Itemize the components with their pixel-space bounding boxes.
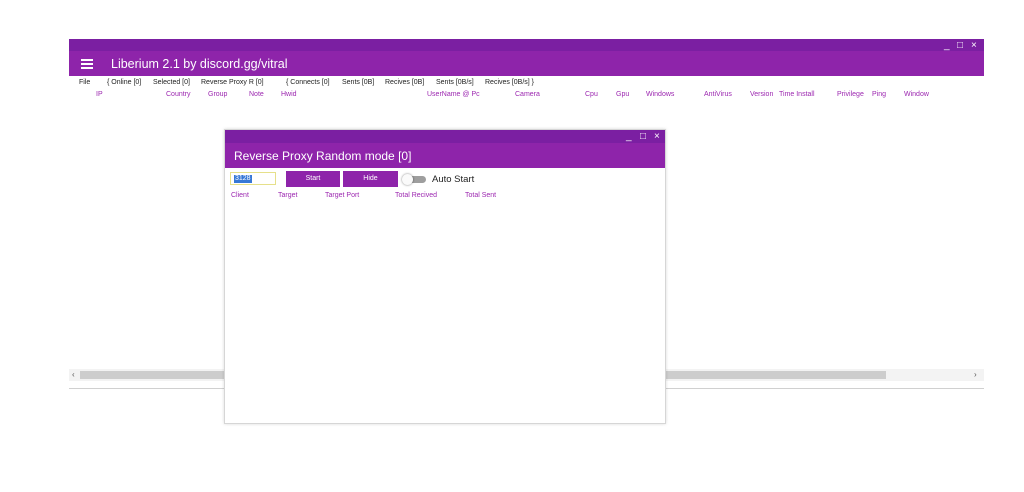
column-header-antivirus[interactable]: AntiVirus (704, 91, 732, 98)
stat-sents-rate: Sents [0B/s] (436, 79, 474, 86)
app-title: Liberium 2.1 by discord.gg/vitral (111, 57, 288, 71)
scroll-right-icon[interactable]: › (974, 369, 977, 381)
dialog-title: Reverse Proxy Random mode [0] (234, 149, 412, 163)
reverse-proxy-dialog: _ □ × Reverse Proxy Random mode [0] 3128… (224, 129, 666, 424)
column-header-ping[interactable]: Ping (872, 91, 886, 98)
column-header-time-install[interactable]: Time Install (779, 91, 815, 98)
column-header-username[interactable]: UserName @ Pc (427, 91, 480, 98)
column-header-country[interactable]: Country (166, 91, 191, 98)
column-header-windows[interactable]: Windows (646, 91, 674, 98)
column-header-note[interactable]: Note (249, 91, 264, 98)
dialog-maximize-button[interactable]: □ (640, 131, 646, 143)
auto-start-toggle[interactable] (402, 174, 426, 185)
dialog-close-button[interactable]: × (654, 131, 660, 143)
start-button[interactable]: Start (286, 171, 340, 187)
column-header-ip[interactable]: IP (96, 91, 103, 98)
maximize-button[interactable]: □ (957, 40, 963, 52)
column-header-version[interactable]: Version (750, 91, 773, 98)
menu-bar: File { Online [0] Selected [0] Reverse P… (69, 77, 984, 89)
menu-file[interactable]: File (79, 79, 90, 86)
stat-reverse-proxy[interactable]: Reverse Proxy R [0] (201, 79, 264, 86)
scroll-left-icon[interactable]: ‹ (72, 369, 75, 381)
dialog-minimize-button[interactable]: _ (626, 131, 632, 143)
dialog-title-bar: _ □ × Reverse Proxy Random mode [0] (225, 130, 665, 168)
toggle-knob (402, 174, 413, 185)
column-header-cpu[interactable]: Cpu (585, 91, 598, 98)
column-header-target-port[interactable]: Target Port (325, 192, 359, 199)
stat-selected: Selected [0] (153, 79, 190, 86)
close-button[interactable]: × (971, 40, 977, 52)
column-header-camera[interactable]: Camera (515, 91, 540, 98)
column-header-gpu[interactable]: Gpu (616, 91, 629, 98)
column-header-hwid[interactable]: Hwid (281, 91, 297, 98)
stat-connects: { Connects [0] (286, 79, 330, 86)
minimize-button[interactable]: _ (944, 40, 950, 52)
column-header-total-recived[interactable]: Total Recived (395, 192, 437, 199)
hide-button[interactable]: Hide (343, 171, 398, 187)
hamburger-menu-icon[interactable] (81, 59, 93, 69)
stat-online: { Online [0] (107, 79, 142, 86)
column-header-client[interactable]: Client (231, 192, 249, 199)
column-header-total-sent[interactable]: Total Sent (465, 192, 496, 199)
auto-start-label: Auto Start (432, 174, 475, 185)
title-bar: _ □ × Liberium 2.1 by discord.gg/vitral (69, 39, 984, 76)
stat-recives-rate: Recives [0B/s] } (485, 79, 535, 86)
port-input[interactable] (230, 172, 276, 185)
stat-sents: Sents [0B] (342, 79, 375, 86)
clients-table-header: IP Country Group Note Hwid UserName @ Pc… (69, 89, 984, 101)
dialog-title-strip (225, 130, 665, 143)
proxy-table-header: Client Target Target Port Total Recived … (225, 192, 665, 204)
column-header-privilege[interactable]: Privilege (837, 91, 864, 98)
stat-recives: Recives [0B] (385, 79, 425, 86)
column-header-window[interactable]: Window (904, 91, 929, 98)
column-header-target[interactable]: Target (278, 192, 297, 199)
column-header-group[interactable]: Group (208, 91, 227, 98)
title-bar-strip (69, 39, 984, 51)
